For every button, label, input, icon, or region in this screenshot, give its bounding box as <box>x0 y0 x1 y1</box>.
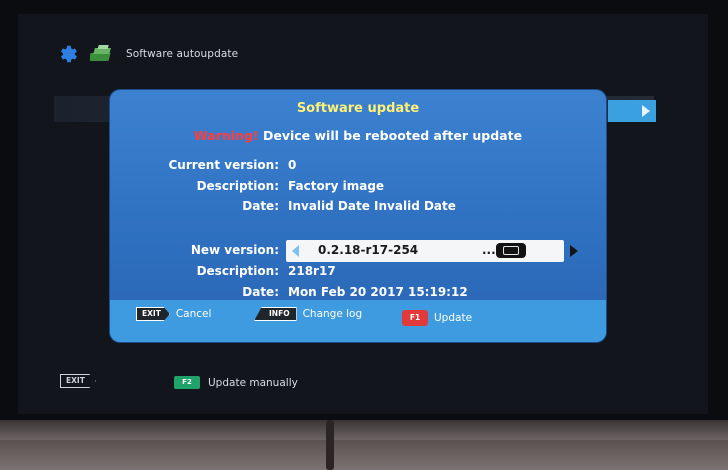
furniture-background <box>0 440 728 470</box>
current-date-label: Date: <box>242 199 279 213</box>
update-hint[interactable]: F1 Update <box>402 310 472 326</box>
cancel-label: Cancel <box>175 308 212 320</box>
f1-key-icon: F1 <box>402 310 428 326</box>
warning-message: Warning! Device will be rebooted after u… <box>110 128 606 143</box>
current-description-label: Description: <box>196 179 279 193</box>
screen-bottom-hints: EXIT F2 Update manually <box>60 372 360 392</box>
new-version-value: 0.2.18-r17-254 <box>318 243 419 257</box>
current-date-value: Invalid Date Invalid Date <box>288 199 456 213</box>
current-version-label: Current version: <box>168 158 279 172</box>
new-description-label: Description: <box>196 264 279 278</box>
new-version-selector[interactable]: 0.2.18-r17-254 ... <box>286 240 564 262</box>
f2-key-icon: F2 <box>174 376 200 389</box>
update-pkg-icon <box>90 45 111 61</box>
update-label: Update <box>434 312 473 324</box>
cable <box>326 420 334 470</box>
exit-key-icon: EXIT <box>136 307 170 321</box>
warning-text: Device will be rebooted after update <box>258 128 523 143</box>
changelog-hint[interactable]: INFO Change log <box>254 307 362 321</box>
selector-left-arrow-icon[interactable] <box>292 245 299 257</box>
bottom-exit-key-icon[interactable]: EXIT <box>60 374 96 388</box>
new-version-ellipsis: ... <box>482 243 496 257</box>
app-header: Software autoupdate <box>58 44 238 64</box>
new-version-label: New version: <box>190 243 279 257</box>
dialog-title: Software update <box>296 101 420 116</box>
background-menu-arrow[interactable] <box>608 100 656 122</box>
info-key-icon: INFO <box>254 307 297 321</box>
current-description-value: Factory image <box>288 179 385 193</box>
changelog-label: Change log <box>302 308 363 320</box>
current-version-value: 0 <box>288 158 297 172</box>
new-description-value: 218r17 <box>288 264 336 278</box>
gear-icon <box>61 45 77 63</box>
app-title: Software autoupdate <box>126 48 239 60</box>
warning-prefix: Warning! <box>193 128 259 143</box>
new-date-label: Date: <box>242 285 279 299</box>
new-date-value: Mon Feb 20 2017 15:19:12 <box>288 285 468 299</box>
update-manually-hint[interactable]: F2 Update manually <box>174 376 298 389</box>
cancel-hint[interactable]: EXIT Cancel <box>136 307 211 321</box>
software-update-dialog: Software update Warning! Device will be … <box>110 90 606 342</box>
selector-right-arrow-icon[interactable] <box>570 245 578 257</box>
tv-screen: Software autoupdate Software update Warn… <box>18 14 708 414</box>
update-manually-label: Update manually <box>208 376 298 389</box>
switch-icon[interactable] <box>496 243 526 258</box>
